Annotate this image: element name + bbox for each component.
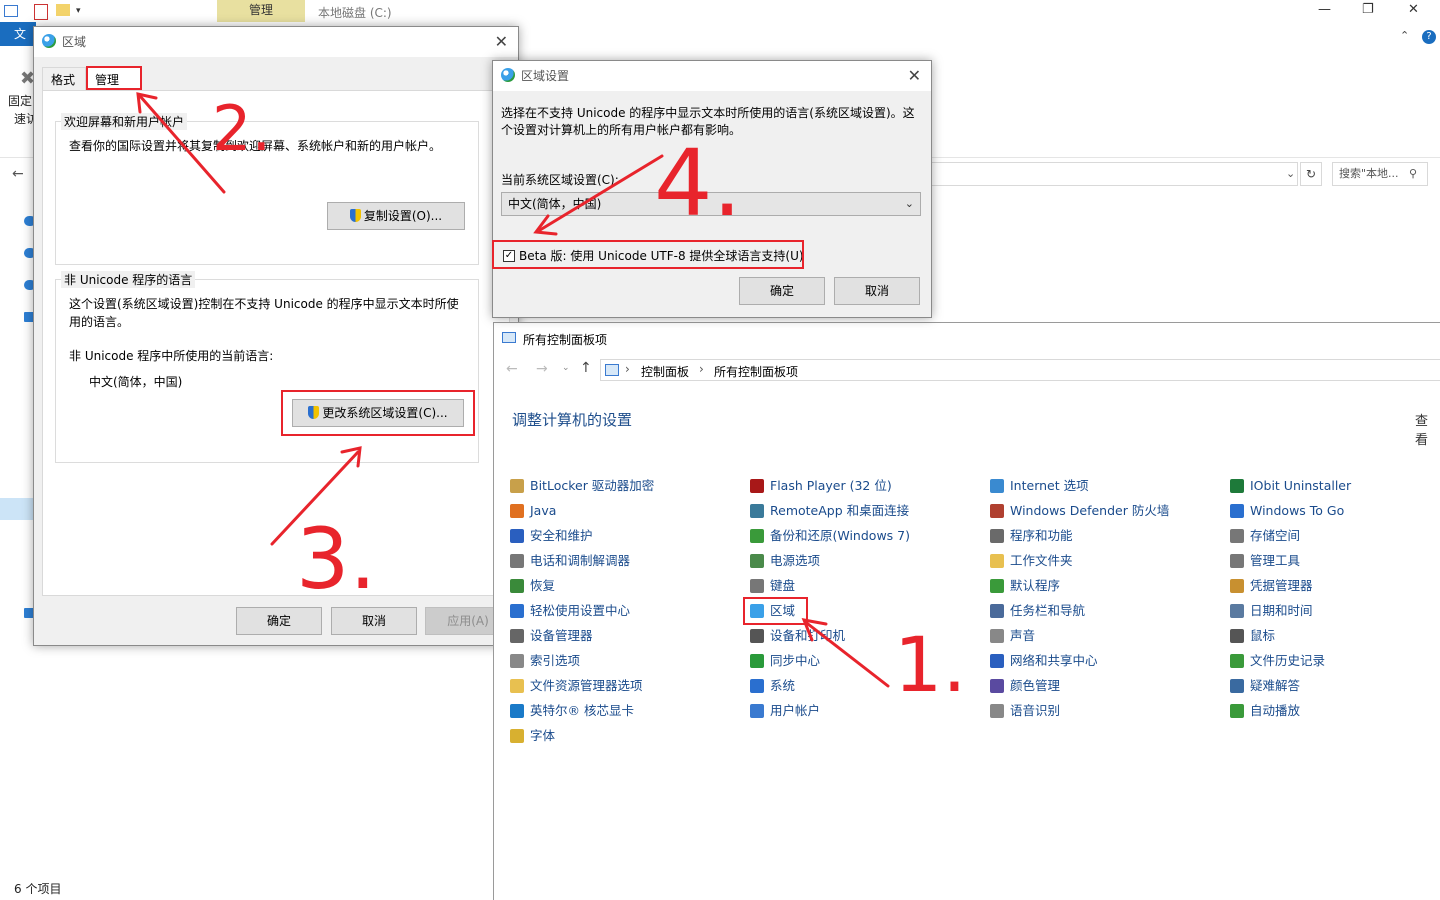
arrow-to-admin-tab xyxy=(138,94,226,194)
arrow-to-utf8-checkbox xyxy=(538,154,664,232)
arrow-to-region-item xyxy=(806,622,890,688)
arrow-to-change-locale xyxy=(270,450,360,546)
annotation-arrows xyxy=(136,92,890,688)
